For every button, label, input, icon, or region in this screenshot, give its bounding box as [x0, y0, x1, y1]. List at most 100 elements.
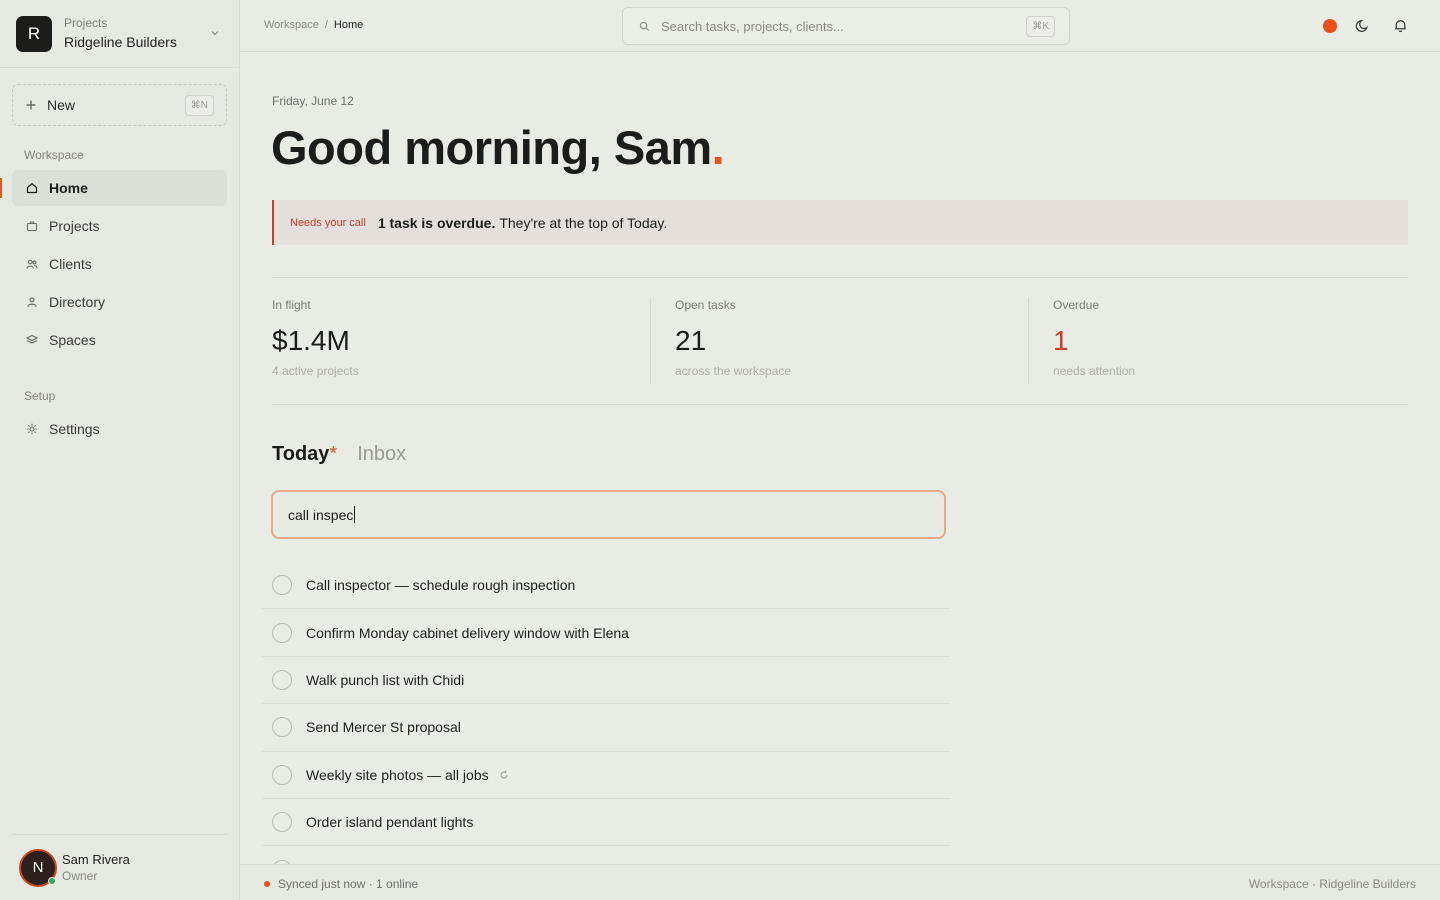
topbar: Workspace / Home Search tasks, projects,…: [240, 0, 1440, 52]
briefcase-icon: [26, 221, 38, 232]
task-title: Order island pendant lights: [306, 814, 474, 831]
nav-section-workspace: Workspace: [24, 148, 84, 162]
list-item[interactable]: Send Mercer St proposal: [262, 704, 950, 752]
tab-today[interactable]: Today*: [272, 443, 337, 466]
plus-icon: [26, 100, 36, 110]
presence-indicator: [48, 876, 56, 885]
task-checkbox[interactable]: [272, 622, 292, 643]
text-caret: [354, 506, 356, 523]
chevron-down-icon: [211, 31, 219, 36]
stat-open-tasks: Open tasks 21 across the workspace: [675, 298, 791, 384]
tab-label: Today: [272, 443, 330, 465]
org-kicker: Projects: [64, 15, 108, 30]
stat-value: 21: [675, 325, 707, 356]
breadcrumb: Workspace / Home: [264, 19, 363, 31]
task-checkbox[interactable]: [272, 812, 292, 833]
task-checkbox[interactable]: [272, 575, 292, 596]
task-checkbox[interactable]: [272, 717, 292, 738]
nav-section-setup: Setup: [24, 389, 56, 403]
repeat-icon: [500, 770, 508, 779]
search-shortcut-hint: ⌘K: [1026, 16, 1055, 37]
alert-text: They're at the top of Today.: [499, 214, 668, 231]
stat-label: In flight: [272, 298, 311, 312]
org-logo: R: [16, 15, 52, 52]
stat-label: Overdue: [1053, 298, 1100, 312]
list-item[interactable]: Order island pendant lights: [262, 799, 950, 847]
sidebar: R Projects Ridgeline Builders New ⌘N Wor…: [0, 0, 240, 900]
new-button[interactable]: New ⌘N: [12, 84, 227, 126]
gear-icon: [26, 423, 38, 435]
task-tabs: Today* Inbox: [272, 443, 406, 466]
sidebar-item-spaces[interactable]: Spaces: [12, 322, 227, 358]
org-switcher[interactable]: R Projects Ridgeline Builders: [0, 0, 239, 68]
task-input-value: call inspec: [288, 506, 354, 523]
sidebar-item-settings[interactable]: Settings: [12, 411, 227, 447]
breadcrumb-workspace[interactable]: Workspace: [264, 19, 319, 31]
sidebar-item-label: Directory: [49, 294, 106, 310]
avatar-initial: N: [32, 859, 44, 876]
stat-label: Open tasks: [675, 298, 736, 312]
search-icon: [639, 21, 650, 31]
stats-row: In flight $1.4M 4 active projects Open t…: [272, 277, 1408, 405]
status-dot[interactable]: [1323, 19, 1337, 33]
task-checkbox[interactable]: [272, 669, 292, 690]
list-item[interactable]: Walk punch list with Chidi: [262, 657, 950, 705]
workspace-label: Workspace · Ridgeline Builders: [1248, 877, 1416, 891]
list-item[interactable]: Call inspector — schedule rough inspecti…: [262, 562, 950, 610]
tab-unsaved-marker: *: [329, 443, 338, 465]
sidebar-item-label: Clients: [49, 256, 92, 272]
stat-in-flight: In flight $1.4M 4 active projects: [272, 298, 359, 384]
task-quick-add-input[interactable]: call inspec: [271, 490, 946, 539]
sidebar-item-clients[interactable]: Clients: [12, 246, 227, 282]
user-name: Sam Rivera: [62, 851, 130, 867]
avatar: N: [19, 848, 57, 887]
stat-overdue: Overdue 1 needs attention: [1053, 298, 1135, 384]
stat-sub: 4 active projects: [272, 364, 359, 378]
user-role: Owner: [62, 868, 98, 883]
sync-status: Synced just now · 1 online: [278, 877, 419, 891]
sidebar-item-label: Home: [49, 180, 88, 196]
sidebar-item-projects[interactable]: Projects: [12, 208, 227, 244]
breadcrumb-separator: /: [324, 19, 328, 31]
greeting-accent: .: [711, 121, 725, 174]
sidebar-item-label: Settings: [49, 421, 100, 437]
search-placeholder: Search tasks, projects, clients...: [661, 18, 844, 34]
task-title: Send Mercer St proposal: [306, 719, 461, 736]
new-button-label: New: [47, 97, 76, 113]
task-title: Call inspector — schedule rough inspecti…: [306, 577, 576, 594]
layers-icon: [26, 334, 38, 344]
sync-indicator: [264, 881, 270, 887]
org-name: Ridgeline Builders: [64, 33, 177, 50]
sidebar-item-home[interactable]: Home: [0, 170, 227, 206]
search-input[interactable]: Search tasks, projects, clients... ⌘K: [622, 7, 1070, 45]
sidebar-item-directory[interactable]: Directory: [12, 284, 227, 320]
alert-tag: Needs your call: [290, 216, 366, 229]
home-icon: [26, 183, 38, 194]
alert-strong: 1 task is overdue.: [377, 214, 496, 231]
tab-inbox[interactable]: Inbox: [357, 443, 406, 466]
bell-icon[interactable]: [1393, 18, 1408, 33]
list-item[interactable]: Weekly site photos — all jobs: [262, 752, 950, 799]
new-shortcut-hint: ⌘N: [184, 95, 214, 116]
moon-icon[interactable]: [1355, 18, 1370, 33]
task-title: Walk punch list with Chidi: [306, 671, 465, 688]
task-checkbox[interactable]: [272, 764, 292, 785]
current-date: Friday, June 12: [272, 94, 354, 108]
user-profile[interactable]: N Sam Rivera Owner: [12, 834, 227, 900]
task-title: Weekly site photos — all jobs: [306, 766, 489, 783]
list-item[interactable]: Confirm Monday cabinet delivery window w…: [262, 609, 950, 657]
stat-value: 1: [1053, 325, 1069, 356]
stat-sub: needs attention: [1053, 364, 1136, 378]
greeting-text: Good morning, Sam: [271, 121, 712, 174]
sidebar-item-label: Spaces: [49, 332, 96, 348]
page-title: Good morning, Sam.: [271, 120, 725, 175]
stat-sub: across the workspace: [675, 364, 792, 378]
task-list: Call inspector — schedule rough inspecti…: [262, 562, 950, 894]
stat-value: $1.4M: [272, 325, 350, 356]
breadcrumb-current: Home: [333, 19, 364, 31]
task-title: Confirm Monday cabinet delivery window w…: [306, 624, 629, 641]
users-icon: [26, 259, 38, 269]
stat-divider: [650, 298, 651, 384]
overdue-alert[interactable]: Needs your call 1 task is overdue. They'…: [272, 200, 1408, 245]
stat-divider: [1028, 298, 1029, 384]
